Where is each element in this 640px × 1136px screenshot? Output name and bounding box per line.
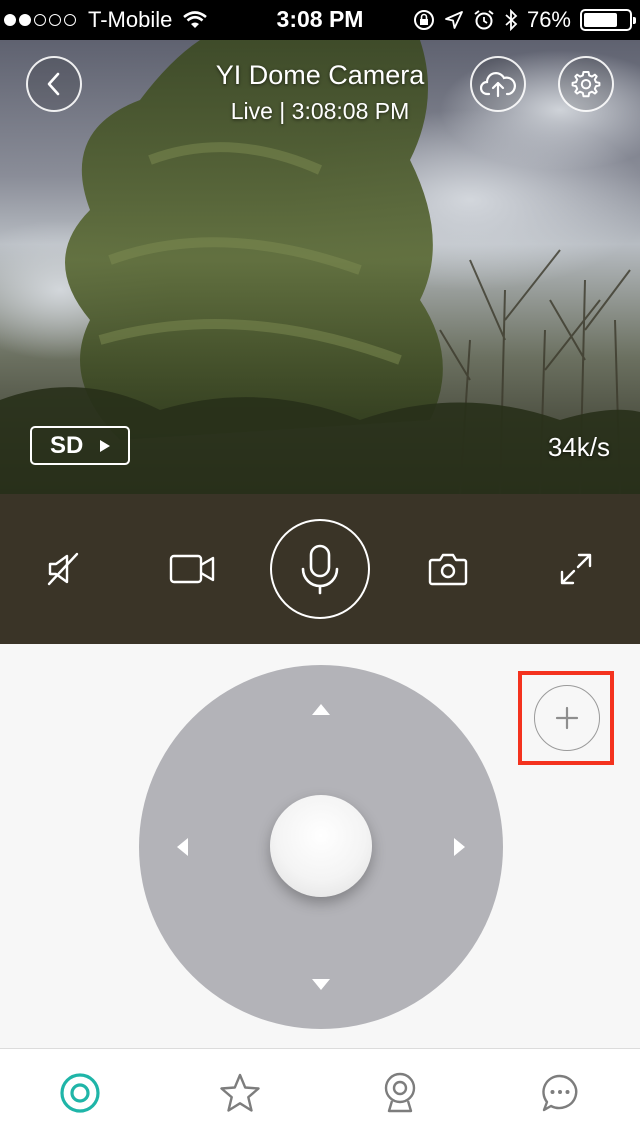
bitrate-readout: 34k/s [547,432,610,462]
chat-bubble-icon [542,1074,578,1112]
add-preset-button[interactable] [534,685,600,751]
pan-right-arrow-icon[interactable] [454,838,465,856]
live-timestamp: Live | 3:08:08 PM [230,98,410,124]
control-bar [0,494,640,644]
tab-favorites[interactable] [160,1049,320,1136]
alarm-clock-icon [474,10,494,30]
pan-left-arrow-icon[interactable] [177,838,188,856]
status-right: 76% [413,7,636,33]
play-triangle-icon [100,439,111,452]
bluetooth-icon [505,9,518,31]
home-target-icon [60,1073,100,1113]
orientation-lock-icon [413,10,434,30]
battery-level-fill [584,13,618,27]
tab-messages[interactable] [480,1049,640,1136]
record-video-button[interactable] [150,494,234,644]
battery-percentage: 76% [526,7,571,32]
tab-cameras[interactable] [320,1049,480,1136]
location-arrow-icon [445,11,463,29]
star-icon [220,1073,260,1112]
pan-up-arrow-icon[interactable] [312,704,330,715]
quality-toggle-button[interactable]: SD [30,426,130,465]
joystick-knob[interactable] [270,795,372,897]
microphone-icon [301,544,339,595]
microphone-button[interactable] [270,494,370,644]
video-camera-icon [169,554,215,584]
camera-icon [428,553,468,586]
live-video-view[interactable]: YI Dome Camera Live | 3:08:08 PM SD 34k/… [0,40,640,494]
snapshot-button[interactable] [406,494,490,644]
pan-tilt-joystick[interactable] [139,665,503,1029]
speaker-muted-icon [47,552,79,586]
pan-down-arrow-icon[interactable] [312,979,330,990]
ptz-control-area [0,644,640,1048]
expand-icon [560,553,592,585]
cloud-upload-icon [480,72,516,98]
settings-button[interactable] [558,56,614,112]
tab-bar [0,1048,640,1136]
cloud-upload-button[interactable] [470,56,526,112]
status-bar: T-Mobile 3:08 PM 76% [0,0,640,40]
battery-icon [580,9,636,31]
quality-label: SD [50,431,84,459]
microphone-ring [270,519,370,619]
tab-home[interactable] [0,1049,160,1136]
plus-icon [555,706,579,730]
fullscreen-button[interactable] [534,494,618,644]
camera-live-screen: T-Mobile 3:08 PM 76% YI Dome Camera Live… [0,0,640,1136]
mute-button[interactable] [22,494,106,644]
camera-title: YI Dome Camera [215,60,425,90]
gear-icon [571,71,601,98]
webcam-icon [384,1072,416,1113]
